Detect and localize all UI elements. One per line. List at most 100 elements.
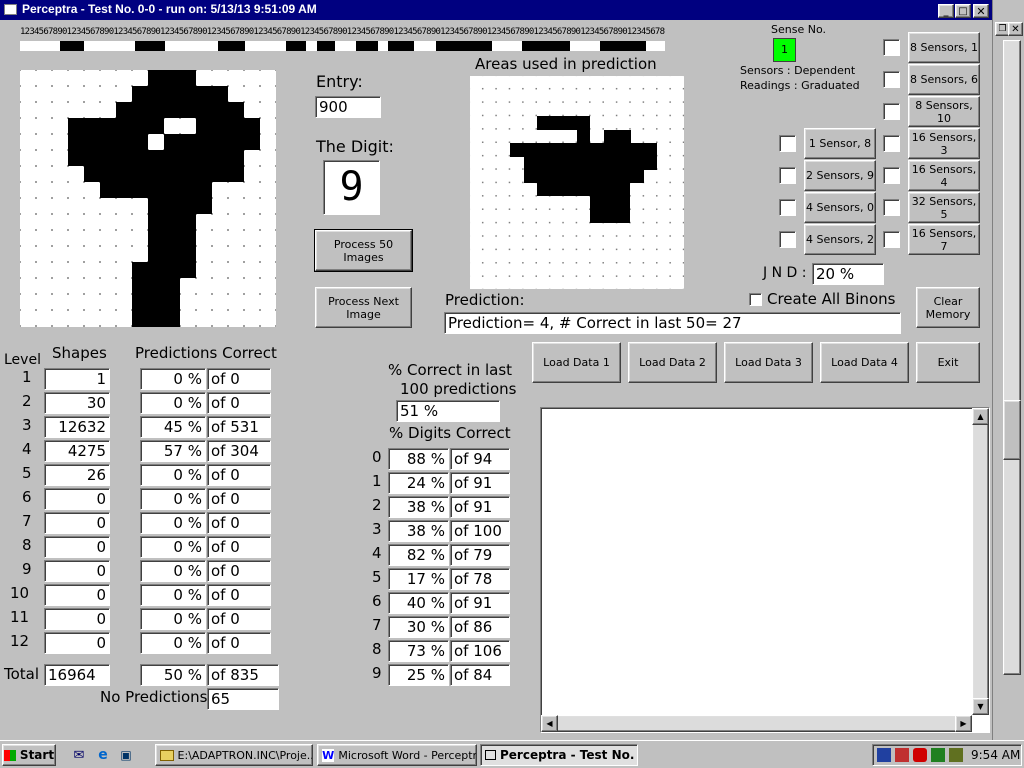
- level-pct-field[interactable]: 0 %: [140, 632, 206, 654]
- level-of-field[interactable]: of 0: [207, 488, 271, 510]
- task-word[interactable]: W Microsoft Word - Perceptra...: [317, 744, 477, 766]
- clear-memory-button[interactable]: Clear Memory: [916, 287, 980, 328]
- scroll-left-arrow[interactable]: ◀: [541, 715, 558, 732]
- level-of-field[interactable]: of 304: [207, 440, 271, 462]
- level-pct-field[interactable]: 0 %: [140, 560, 206, 582]
- sensor-button-right[interactable]: 8 Sensors, 10: [908, 96, 980, 127]
- sensor-checkbox-left[interactable]: [779, 135, 796, 152]
- level-shapes-field[interactable]: 0: [44, 584, 110, 606]
- level-pct-field[interactable]: 0 %: [140, 488, 206, 510]
- process-50-button[interactable]: Process 50 Images: [314, 229, 413, 272]
- digit-pct-field[interactable]: 38 %: [388, 496, 449, 518]
- load-data-1-button[interactable]: Load Data 1: [532, 342, 621, 383]
- sensor-button-left[interactable]: 2 Sensors, 9: [804, 160, 876, 191]
- level-shapes-field[interactable]: 12632: [44, 416, 110, 438]
- digit-pct-field[interactable]: 88 %: [388, 448, 449, 470]
- level-of-field[interactable]: of 0: [207, 608, 271, 630]
- level-of-field[interactable]: of 0: [207, 368, 271, 390]
- digit-of-field[interactable]: of 91: [450, 472, 510, 494]
- level-pct-field[interactable]: 0 %: [140, 464, 206, 486]
- process-next-button[interactable]: Process Next Image: [315, 287, 412, 328]
- exit-button[interactable]: Exit: [916, 342, 980, 383]
- tray-volume-icon[interactable]: [931, 748, 945, 762]
- scroll-up-arrow[interactable]: ▲: [972, 408, 989, 425]
- digit-pct-field[interactable]: 82 %: [388, 544, 449, 566]
- load-data-4-button[interactable]: Load Data 4: [820, 342, 909, 383]
- level-shapes-field[interactable]: 0: [44, 632, 110, 654]
- level-shapes-field[interactable]: 0: [44, 560, 110, 582]
- level-pct-field[interactable]: 57 %: [140, 440, 206, 462]
- digit-of-field[interactable]: of 84: [450, 664, 510, 686]
- vertical-scrollbar[interactable]: [972, 408, 989, 715]
- output-textarea[interactable]: ▲ ▼ ◀ ▶: [540, 407, 990, 733]
- digit-of-field[interactable]: of 91: [450, 592, 510, 614]
- total-pct-field[interactable]: 50 %: [140, 664, 206, 686]
- background-scrollbar[interactable]: [1003, 40, 1021, 675]
- sensor-button-right[interactable]: 8 Sensors, 1: [908, 32, 980, 63]
- level-of-field[interactable]: of 531: [207, 416, 271, 438]
- sensor-button-right[interactable]: 16 Sensors, 4: [908, 160, 980, 191]
- sensor-checkbox-left[interactable]: [779, 199, 796, 216]
- level-pct-field[interactable]: 0 %: [140, 368, 206, 390]
- no-predictions-field[interactable]: 65: [207, 688, 279, 710]
- jnd-field[interactable]: 20 %: [812, 263, 884, 285]
- level-shapes-field[interactable]: 0: [44, 488, 110, 510]
- sensor-button-left[interactable]: 4 Sensors, 0: [804, 192, 876, 223]
- load-data-2-button[interactable]: Load Data 2: [628, 342, 717, 383]
- create-all-binons-checkbox[interactable]: [749, 293, 762, 306]
- horizontal-scrollbar[interactable]: [541, 715, 972, 732]
- digit-of-field[interactable]: of 100: [450, 520, 510, 542]
- start-button[interactable]: Start: [2, 744, 56, 766]
- quicklaunch-outlook-icon[interactable]: ✉: [70, 746, 88, 764]
- level-pct-field[interactable]: 0 %: [140, 392, 206, 414]
- level-pct-field[interactable]: 0 %: [140, 536, 206, 558]
- quicklaunch-ie-icon[interactable]: e: [94, 746, 112, 764]
- level-of-field[interactable]: of 0: [207, 560, 271, 582]
- sensor-button-right[interactable]: 8 Sensors, 6: [908, 64, 980, 95]
- maximize-button[interactable]: □: [955, 4, 971, 18]
- task-perceptra[interactable]: Perceptra - Test No. ...: [480, 744, 638, 766]
- tray-security-icon[interactable]: [949, 748, 963, 762]
- digit-pct-field[interactable]: 17 %: [388, 568, 449, 590]
- sensor-checkbox-left[interactable]: [779, 167, 796, 184]
- sensor-checkbox-right[interactable]: [883, 167, 900, 184]
- digit-pct-field[interactable]: 24 %: [388, 472, 449, 494]
- level-shapes-field[interactable]: 1: [44, 368, 110, 390]
- level-shapes-field[interactable]: 0: [44, 608, 110, 630]
- digit-of-field[interactable]: of 106: [450, 640, 510, 662]
- digit-of-field[interactable]: of 94: [450, 448, 510, 470]
- sensor-checkbox-right[interactable]: [883, 231, 900, 248]
- digit-of-field[interactable]: of 91: [450, 496, 510, 518]
- sensor-checkbox-left[interactable]: [779, 231, 796, 248]
- level-of-field[interactable]: of 0: [207, 632, 271, 654]
- task-explorer[interactable]: E:\ADAPTRON.INC\Proje...: [155, 744, 313, 766]
- level-shapes-field[interactable]: 0: [44, 536, 110, 558]
- digit-pct-field[interactable]: 73 %: [388, 640, 449, 662]
- total-of-field[interactable]: of 835: [207, 664, 279, 686]
- level-of-field[interactable]: of 0: [207, 392, 271, 414]
- level-shapes-field[interactable]: 0: [44, 512, 110, 534]
- sensor-checkbox-right[interactable]: [883, 103, 900, 120]
- level-of-field[interactable]: of 0: [207, 512, 271, 534]
- entry-field[interactable]: 900: [315, 96, 381, 118]
- quicklaunch-desktop-icon[interactable]: ▣: [117, 746, 135, 764]
- tray-acrobat-icon[interactable]: [913, 748, 927, 762]
- digit-of-field[interactable]: of 86: [450, 616, 510, 638]
- close-button[interactable]: ✕: [973, 4, 989, 18]
- sensor-button-right[interactable]: 16 Sensors, 3: [908, 128, 980, 159]
- digit-pct-field[interactable]: 40 %: [388, 592, 449, 614]
- level-pct-field[interactable]: 45 %: [140, 416, 206, 438]
- scroll-right-arrow[interactable]: ▶: [955, 715, 972, 732]
- tray-network-icon[interactable]: [877, 748, 891, 762]
- sensor-button-right[interactable]: 16 Sensors, 7: [908, 224, 980, 255]
- level-of-field[interactable]: of 0: [207, 536, 271, 558]
- level-pct-field[interactable]: 0 %: [140, 608, 206, 630]
- level-pct-field[interactable]: 0 %: [140, 512, 206, 534]
- digit-of-field[interactable]: of 78: [450, 568, 510, 590]
- close-background-button[interactable]: ✕: [1008, 22, 1023, 36]
- sensor-checkbox-right[interactable]: [883, 199, 900, 216]
- sensor-button-left[interactable]: 4 Sensors, 2: [804, 224, 876, 255]
- level-of-field[interactable]: of 0: [207, 584, 271, 606]
- load-data-3-button[interactable]: Load Data 3: [724, 342, 813, 383]
- digit-pct-field[interactable]: 25 %: [388, 664, 449, 686]
